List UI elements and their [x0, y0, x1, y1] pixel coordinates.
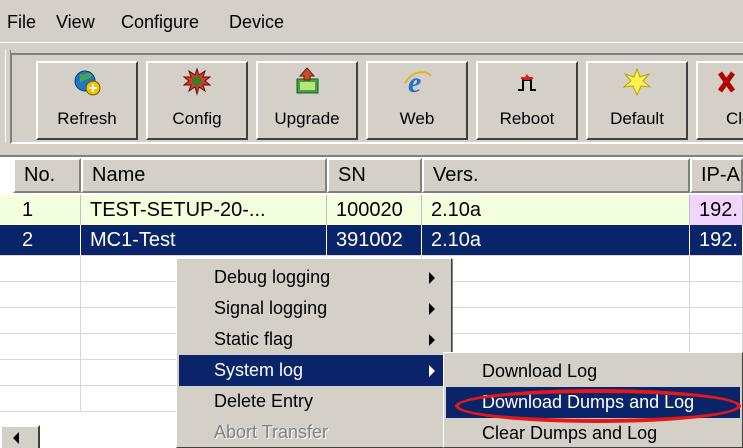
- system-log-submenu: Download Log Download Dumps and Log Clea…: [443, 352, 743, 448]
- menu-item-label: Abort Transfer: [214, 422, 329, 442]
- refresh-label: Refresh: [57, 109, 117, 128]
- upgrade-label: Upgrade: [274, 109, 340, 128]
- column-header-no[interactable]: No.: [13, 158, 81, 193]
- web-label: Web: [399, 109, 435, 128]
- submenu-arrow-icon: [429, 334, 435, 346]
- menu-configure[interactable]: Configure: [121, 12, 199, 33]
- serial-number: 100020: [327, 195, 422, 226]
- submenu-arrow-icon: [429, 272, 435, 284]
- config-gear-icon: [148, 66, 246, 98]
- menu-item-abort-transfer: Abort Transfer: [179, 417, 449, 448]
- menu-item-signal-logging[interactable]: Signal logging: [179, 293, 449, 324]
- device-context-menu: Debug logging Signal logging Static flag…: [176, 258, 452, 448]
- submenu-item-download-dumps-and-log[interactable]: Download Dumps and Log: [446, 387, 740, 418]
- menu-item-system-log[interactable]: System log: [179, 355, 449, 386]
- menu-item-delete-entry[interactable]: Delete Entry: [179, 386, 449, 417]
- device-name: MC1-Test: [81, 225, 327, 256]
- menu-item-debug-logging[interactable]: Debug logging: [179, 262, 449, 293]
- refresh-globe-icon: [38, 66, 136, 98]
- close-x-icon: [698, 66, 743, 98]
- table-row-selected[interactable]: 2 MC1-Test 391002 2.10a 192.: [0, 225, 743, 256]
- default-button[interactable]: Default: [586, 61, 688, 140]
- menu-item-label: Delete Entry: [214, 391, 314, 411]
- default-label: Default: [610, 109, 664, 128]
- upgrade-button[interactable]: Upgrade: [256, 61, 358, 140]
- menu-item-label: System log: [214, 360, 304, 380]
- column-header-name[interactable]: Name: [81, 158, 327, 193]
- ip-address: 192.: [690, 195, 743, 226]
- submenu-item-clear-dumps-and-log[interactable]: Clear Dumps and Log: [446, 418, 740, 448]
- scroll-left-arrow-icon: [13, 432, 19, 444]
- submenu-item-label: Clear Dumps and Log: [482, 423, 658, 443]
- firmware-version: 2.10a: [422, 195, 690, 226]
- close-button[interactable]: Clo: [696, 61, 743, 140]
- submenu-arrow-icon: [429, 303, 435, 315]
- application-window: File View Configure Device Refresh Confi…: [0, 0, 743, 448]
- menu-item-static-flag[interactable]: Static flag: [179, 324, 449, 355]
- row-number: 1: [13, 195, 81, 226]
- config-label: Config: [172, 109, 222, 128]
- column-header-version[interactable]: Vers.: [422, 158, 690, 193]
- table-row[interactable]: 1 TEST-SETUP-20-... 100020 2.10a 192.: [0, 195, 743, 226]
- menu-item-label: Signal logging: [214, 298, 328, 318]
- submenu-arrow-icon: [429, 365, 435, 377]
- row-number: 2: [13, 225, 81, 256]
- serial-number: 391002: [327, 225, 422, 256]
- refresh-button[interactable]: Refresh: [36, 61, 138, 140]
- submenu-item-label: Download Dumps and Log: [482, 392, 695, 412]
- column-header-ip-address[interactable]: IP-A: [690, 158, 743, 193]
- submenu-item-label: Download Log: [482, 361, 598, 381]
- menu-view[interactable]: View: [56, 12, 95, 33]
- reboot-label: Reboot: [499, 109, 555, 128]
- menu-file[interactable]: File: [7, 12, 36, 33]
- firmware-version: 2.10a: [422, 225, 690, 256]
- menu-device[interactable]: Device: [229, 12, 284, 33]
- internet-explorer-icon: e: [368, 66, 466, 98]
- reboot-signal-icon: [478, 66, 576, 98]
- web-button[interactable]: e Web: [366, 61, 468, 140]
- menu-item-label: Debug logging: [214, 267, 331, 287]
- close-label: Clo: [726, 109, 743, 128]
- config-button[interactable]: Config: [146, 61, 248, 140]
- submenu-item-download-log[interactable]: Download Log: [446, 356, 740, 387]
- default-star-icon: [588, 66, 686, 98]
- upgrade-chip-icon: [258, 66, 356, 98]
- svg-text:e: e: [408, 66, 421, 98]
- horizontal-scroll-left-button[interactable]: [0, 425, 40, 448]
- menu-item-label: Static flag: [214, 329, 294, 349]
- reboot-button[interactable]: Reboot: [476, 61, 578, 140]
- device-name: TEST-SETUP-20-...: [81, 195, 327, 226]
- ip-address: 192.: [690, 225, 743, 256]
- menubar: File View Configure Device: [0, 0, 743, 43]
- column-header-sn[interactable]: SN: [327, 158, 422, 193]
